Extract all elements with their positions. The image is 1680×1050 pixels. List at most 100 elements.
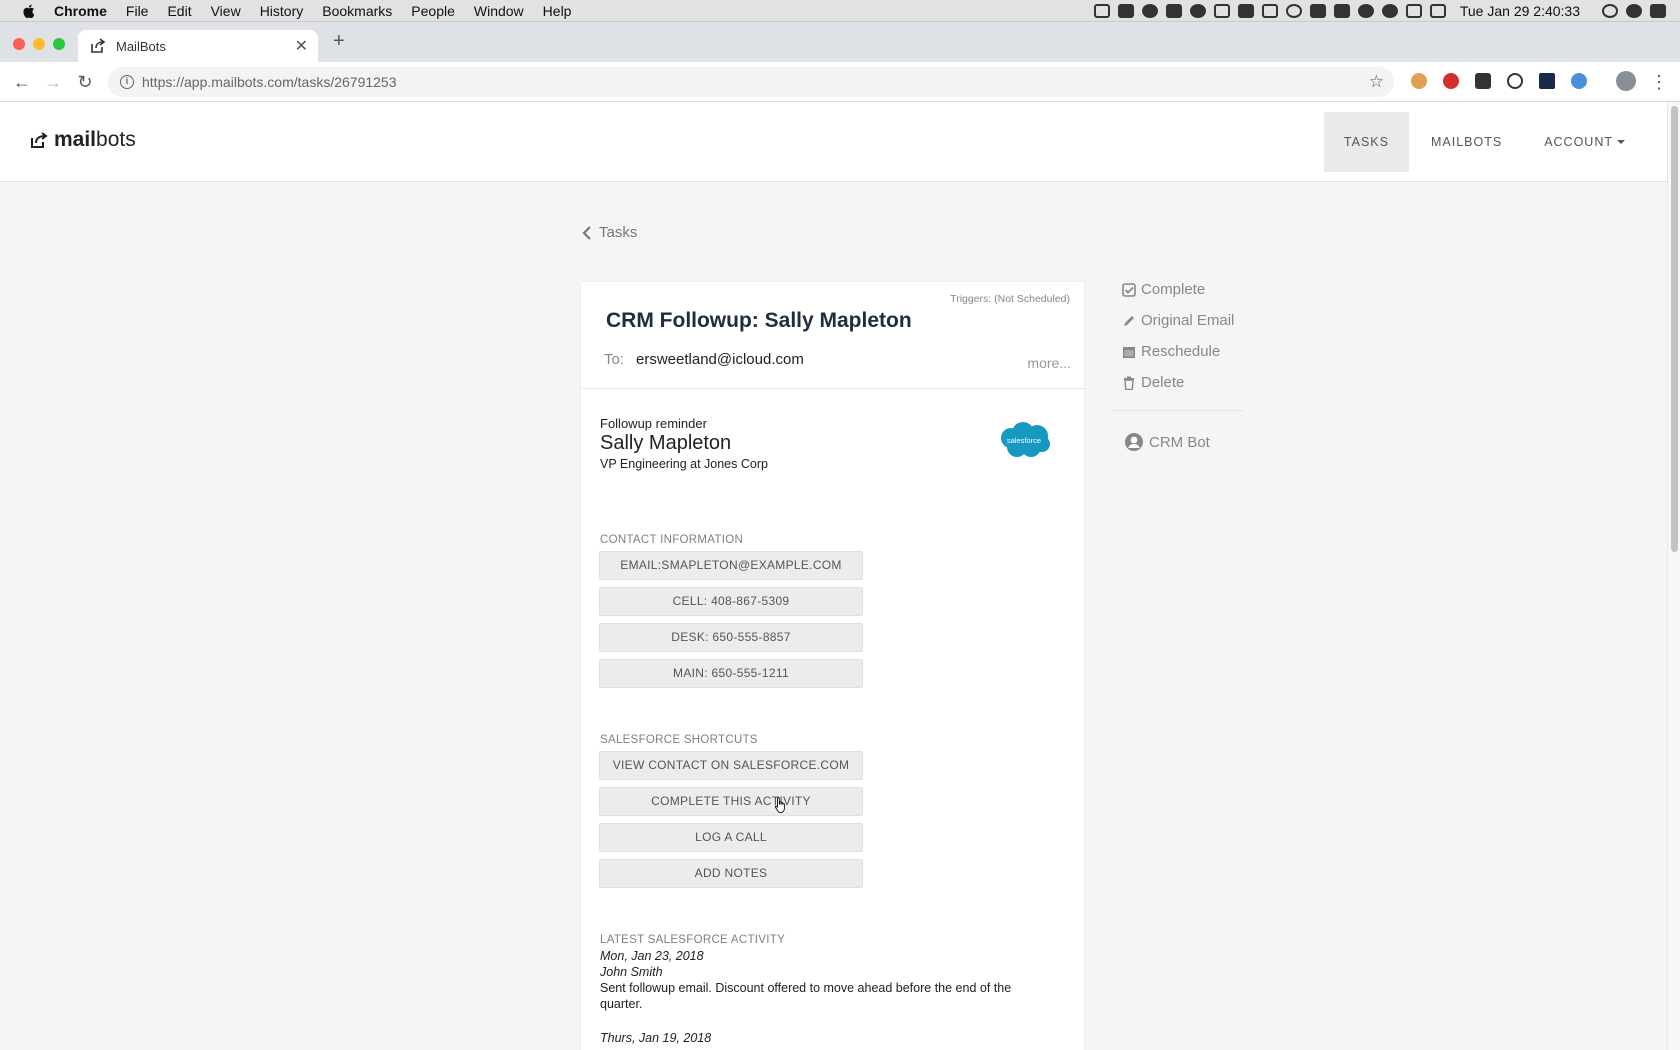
site-info-icon[interactable]: i (120, 75, 134, 89)
menu-clock[interactable]: Tue Jan 29 2:40:33 (1460, 3, 1580, 19)
nav-mailbots[interactable]: MAILBOTS (1409, 112, 1524, 172)
followup-label: Followup reminder (600, 416, 707, 431)
page-scrollbar[interactable] (1667, 102, 1680, 1050)
delete-label: Delete (1141, 374, 1185, 391)
address-bar[interactable]: i https://app.mailbots.com/tasks/2679125… (108, 67, 1394, 97)
salesforce-logo-text: salesforce (1007, 436, 1041, 445)
task-card: Triggers: (Not Scheduled) CRM Followup: … (581, 282, 1084, 1050)
contact-info-label: CONTACT INFORMATION (600, 534, 744, 546)
nav-tasks[interactable]: TASKS (1323, 112, 1409, 172)
dropbox-icon[interactable] (1165, 4, 1182, 18)
view-contact-button[interactable]: VIEW CONTACT ON SALESFORCE.COM (599, 751, 863, 780)
opera-extension-icon[interactable] (1443, 73, 1459, 89)
menu-history[interactable]: History (260, 3, 304, 19)
crm-bot-link[interactable]: CRM Bot (1124, 432, 1210, 452)
close-window-button[interactable] (13, 38, 25, 50)
contact-cell-button[interactable]: CELL: 408-867-5309 (599, 587, 863, 616)
camera-icon[interactable] (1213, 4, 1230, 18)
triggers-status: Triggers: (Not Scheduled) (950, 293, 1070, 305)
log-call-button[interactable]: LOG A CALL (599, 823, 863, 852)
browser-tab[interactable]: MailBots ✕ (78, 30, 318, 62)
tray-app-icon[interactable] (1357, 4, 1374, 18)
brand-bold: mail (54, 128, 97, 151)
notification-center-icon[interactable] (1650, 4, 1666, 18)
new-tab-icon[interactable]: + (333, 30, 345, 53)
actions-divider (1113, 410, 1243, 411)
tray-app-icon[interactable] (1117, 4, 1134, 18)
menu-view[interactable]: View (211, 3, 241, 19)
clock-extension-icon[interactable] (1507, 73, 1523, 89)
cookie-extension-icon[interactable] (1411, 73, 1427, 89)
contact-name: Sally Mapleton (600, 432, 732, 454)
spotlight-icon[interactable] (1602, 4, 1618, 18)
skype-icon[interactable] (1141, 4, 1158, 18)
back-to-tasks-link[interactable]: Tasks (582, 224, 637, 241)
reschedule-action[interactable]: Reschedule (1122, 336, 1244, 367)
siri-icon[interactable] (1626, 4, 1642, 18)
docker-icon[interactable] (1309, 4, 1326, 18)
activity-author: John Smith (600, 965, 663, 979)
activity-date: Thurs, Jan 19, 2018 (600, 1031, 712, 1045)
back-arrow-icon[interactable]: ← (12, 72, 32, 92)
tray-app-icon[interactable] (1237, 4, 1254, 18)
tray-app-icon[interactable] (1093, 4, 1110, 18)
mailbots-logo[interactable]: mail bots (30, 128, 136, 152)
menu-bookmarks[interactable]: Bookmarks (322, 3, 392, 19)
battery-icon[interactable] (1429, 4, 1446, 18)
recipient-row: To: ersweetland@icloud.com (604, 351, 804, 368)
menu-edit[interactable]: Edit (167, 3, 191, 19)
chevron-left-icon (582, 225, 591, 240)
original-email-action[interactable]: Original Email (1122, 305, 1244, 336)
menu-window[interactable]: Window (474, 3, 524, 19)
bookmark-star-icon[interactable]: ☆ (1369, 72, 1384, 92)
salesforce-logo-icon: salesforce (1001, 422, 1050, 457)
nav-account[interactable]: ACCOUNT (1524, 112, 1667, 172)
apple-icon[interactable] (20, 2, 38, 20)
calendar-icon (1123, 346, 1135, 358)
delete-action[interactable]: Delete (1122, 367, 1244, 398)
pocket-extension-icon[interactable] (1475, 73, 1491, 89)
contact-email-button[interactable]: EMAIL:SMAPLETON@EXAMPLE.COM (599, 551, 863, 580)
extension-icon[interactable] (1571, 73, 1587, 89)
chrome-menu-icon[interactable]: ⋮ (1649, 72, 1669, 92)
menu-help[interactable]: Help (543, 3, 572, 19)
drive-icon[interactable] (1333, 4, 1350, 18)
app-navbar: mail bots TASKS MAILBOTS ACCOUNT (0, 102, 1667, 182)
more-link[interactable]: more... (1027, 355, 1071, 371)
wifi-icon[interactable] (1405, 4, 1422, 18)
menu-app-name[interactable]: Chrome (54, 3, 107, 19)
onepassword-icon[interactable] (1285, 4, 1302, 18)
evernote-icon[interactable] (1189, 4, 1206, 18)
url-path: /tasks/26791253 (293, 74, 397, 90)
zoom-window-button[interactable] (53, 38, 65, 50)
tab-title: MailBots (116, 38, 166, 54)
back-label: Tasks (599, 224, 638, 241)
browser-tab-strip: MailBots ✕ + (0, 22, 1680, 62)
caret-down-icon (1617, 140, 1625, 144)
contact-main-button[interactable]: MAIN: 650-555-1211 (599, 659, 863, 688)
close-tab-icon[interactable]: ✕ (295, 36, 308, 56)
menu-file[interactable]: File (126, 3, 149, 19)
minimize-window-button[interactable] (33, 38, 45, 50)
react-extension-icon[interactable] (1539, 73, 1555, 89)
forward-arrow-icon[interactable]: → (43, 72, 63, 92)
tray-app-icon[interactable] (1261, 4, 1278, 18)
task-title: CRM Followup: Sally Mapleton (606, 309, 912, 332)
main-nav: TASKS MAILBOTS ACCOUNT (1323, 112, 1667, 172)
add-notes-button[interactable]: ADD NOTES (599, 859, 863, 888)
os-menu-bar: Chrome File Edit View History Bookmarks … (0, 0, 1680, 22)
url-host: https://app.mailbots.com (142, 74, 294, 90)
menu-people[interactable]: People (411, 3, 455, 19)
status-tray: Tue Jan 29 2:40:33 (1086, 0, 1666, 22)
contact-desk-button[interactable]: DESK: 650-555-8857 (599, 623, 863, 652)
profile-avatar[interactable] (1616, 71, 1636, 91)
crm-bot-label: CRM Bot (1149, 433, 1210, 451)
to-label: To: (604, 351, 625, 368)
reload-icon[interactable]: ↻ (75, 72, 95, 92)
complete-action[interactable]: Complete (1122, 274, 1244, 305)
scrollbar-thumb[interactable] (1671, 106, 1678, 552)
salesforce-shortcuts-label: SALESFORCE SHORTCUTS (600, 734, 758, 746)
complete-activity-button[interactable]: COMPLETE THIS ACTIVITY (599, 787, 863, 816)
cloud-icon[interactable] (1381, 4, 1398, 18)
hand-cursor-icon (774, 797, 785, 813)
